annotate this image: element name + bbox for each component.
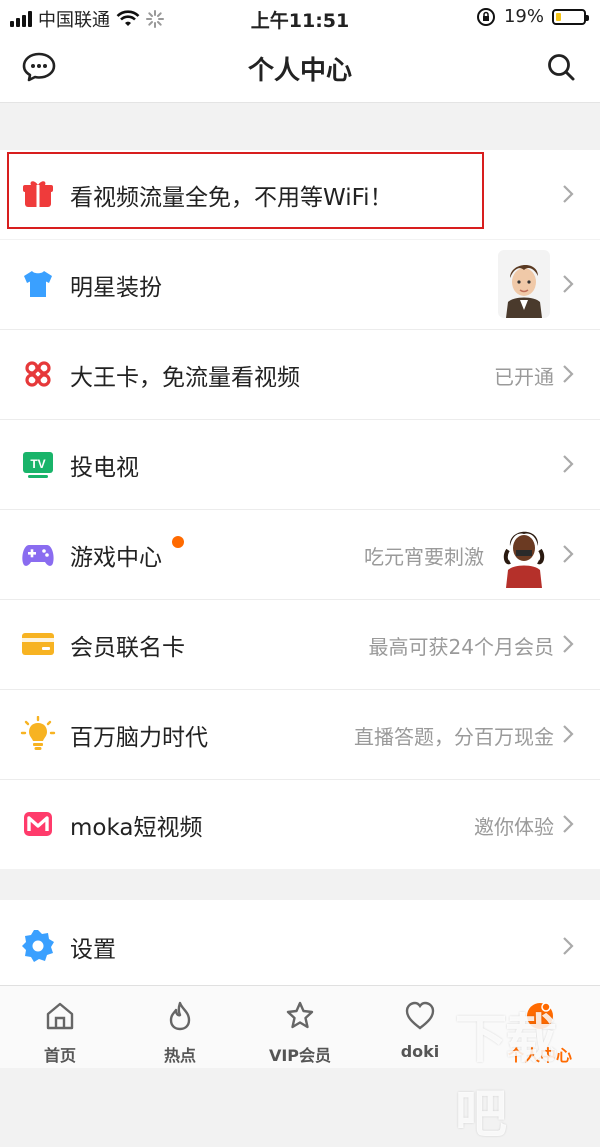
- home-icon: [46, 1002, 74, 1030]
- menu-item-subtitle: 直播答题，分百万现金: [354, 725, 554, 749]
- gift-icon: [23, 181, 53, 207]
- menu-item-moka[interactable]: moka短视频 邀你体验: [0, 780, 600, 869]
- orientation-lock-icon: [476, 7, 495, 26]
- menu-item-subtitle: 邀你体验: [474, 815, 554, 839]
- chevron-right-icon: [563, 937, 574, 955]
- menu-list: 明星装扮 大王卡，免流量看视频 已开通 TV 投电视 游戏中心 吃元宵要刺激 会…: [0, 240, 600, 869]
- search-icon[interactable]: [546, 52, 576, 82]
- menu-item-label: moka短视频: [70, 815, 203, 841]
- bottom-tab-bar: 首页 热点 VIP会员 doki 个人中心 下载吧: [0, 985, 600, 1145]
- star-avatar-image: [498, 250, 550, 318]
- vip-crown-icon: [286, 1001, 314, 1029]
- tab-label: 首页: [43, 1046, 76, 1065]
- menu-item-game-center[interactable]: 游戏中心 吃元宵要刺激: [0, 510, 600, 600]
- tab-hot[interactable]: 热点: [120, 986, 240, 1068]
- lightbulb-icon: [20, 716, 56, 750]
- gamepad-icon: [22, 545, 54, 566]
- battery-icon: [552, 8, 589, 25]
- svg-text:TV: TV: [30, 457, 45, 471]
- page-title: 个人中心: [247, 56, 352, 86]
- menu-item-label: 投电视: [70, 455, 139, 481]
- chevron-right-icon: [563, 275, 574, 293]
- tab-label: VIP会员: [268, 1046, 332, 1065]
- menu-item-label: 设置: [70, 937, 116, 963]
- menu-item-subtitle: 吃元宵要刺激: [364, 545, 484, 569]
- tv-icon: TV: [23, 452, 53, 478]
- tab-label: 热点: [163, 1046, 196, 1065]
- top-bar: 个人中心: [0, 34, 600, 103]
- battery-percent: 19%: [503, 6, 544, 27]
- flame-icon: [169, 1001, 191, 1031]
- menu-item-settings[interactable]: 设置: [0, 900, 600, 985]
- chevron-right-icon: [563, 725, 574, 743]
- tab-home[interactable]: 首页: [0, 986, 120, 1068]
- promo-label: 看视频流量全免，不用等WiFi！: [70, 185, 393, 211]
- watermark-text: 下载吧: [455, 1010, 557, 1145]
- game-character-image: [498, 520, 550, 588]
- menu-item-cast-tv[interactable]: TV 投电视: [0, 420, 600, 510]
- tab-vip[interactable]: VIP会员: [240, 986, 360, 1068]
- menu-item-label: 会员联名卡: [70, 635, 185, 661]
- menu-item-label: 明星装扮: [70, 275, 162, 301]
- chevron-right-icon: [563, 455, 574, 473]
- menu-item-label: 大王卡，免流量看视频: [70, 365, 300, 391]
- menu-item-label: 百万脑力时代: [70, 725, 208, 751]
- gear-icon: [22, 930, 54, 962]
- menu-item-brain-quiz[interactable]: 百万脑力时代 直播答题，分百万现金: [0, 690, 600, 780]
- status-bar: 中国联通 上午11:51 19%: [0, 0, 600, 34]
- menu-item-star-dressup[interactable]: 明星装扮: [0, 240, 600, 330]
- chevron-right-icon: [563, 635, 574, 653]
- menu-item-subtitle: 已开通: [494, 365, 554, 389]
- doki-heart-icon: [405, 1001, 435, 1030]
- menu-item-subtitle: 最高可获24个月会员: [368, 635, 554, 659]
- menu-item-member-card[interactable]: 会员联名卡 最高可获24个月会员: [0, 600, 600, 690]
- menu-item-king-card[interactable]: 大王卡，免流量看视频 已开通: [0, 330, 600, 420]
- promo-section: 看视频流量全免，不用等WiFi！: [0, 150, 600, 239]
- card-icon: [22, 633, 54, 655]
- menu-item-label: 游戏中心: [70, 545, 162, 571]
- notification-dot: [172, 536, 184, 548]
- unicom-knot-icon: [25, 361, 51, 387]
- chevron-right-icon: [563, 185, 574, 203]
- tshirt-icon: [24, 271, 52, 297]
- chevron-right-icon: [563, 815, 574, 833]
- settings-section: 设置: [0, 900, 600, 985]
- free-data-promo-row[interactable]: 看视频流量全免，不用等WiFi！: [0, 150, 600, 239]
- chevron-right-icon: [563, 545, 574, 563]
- moka-logo-icon: [24, 812, 52, 836]
- chevron-right-icon: [563, 365, 574, 383]
